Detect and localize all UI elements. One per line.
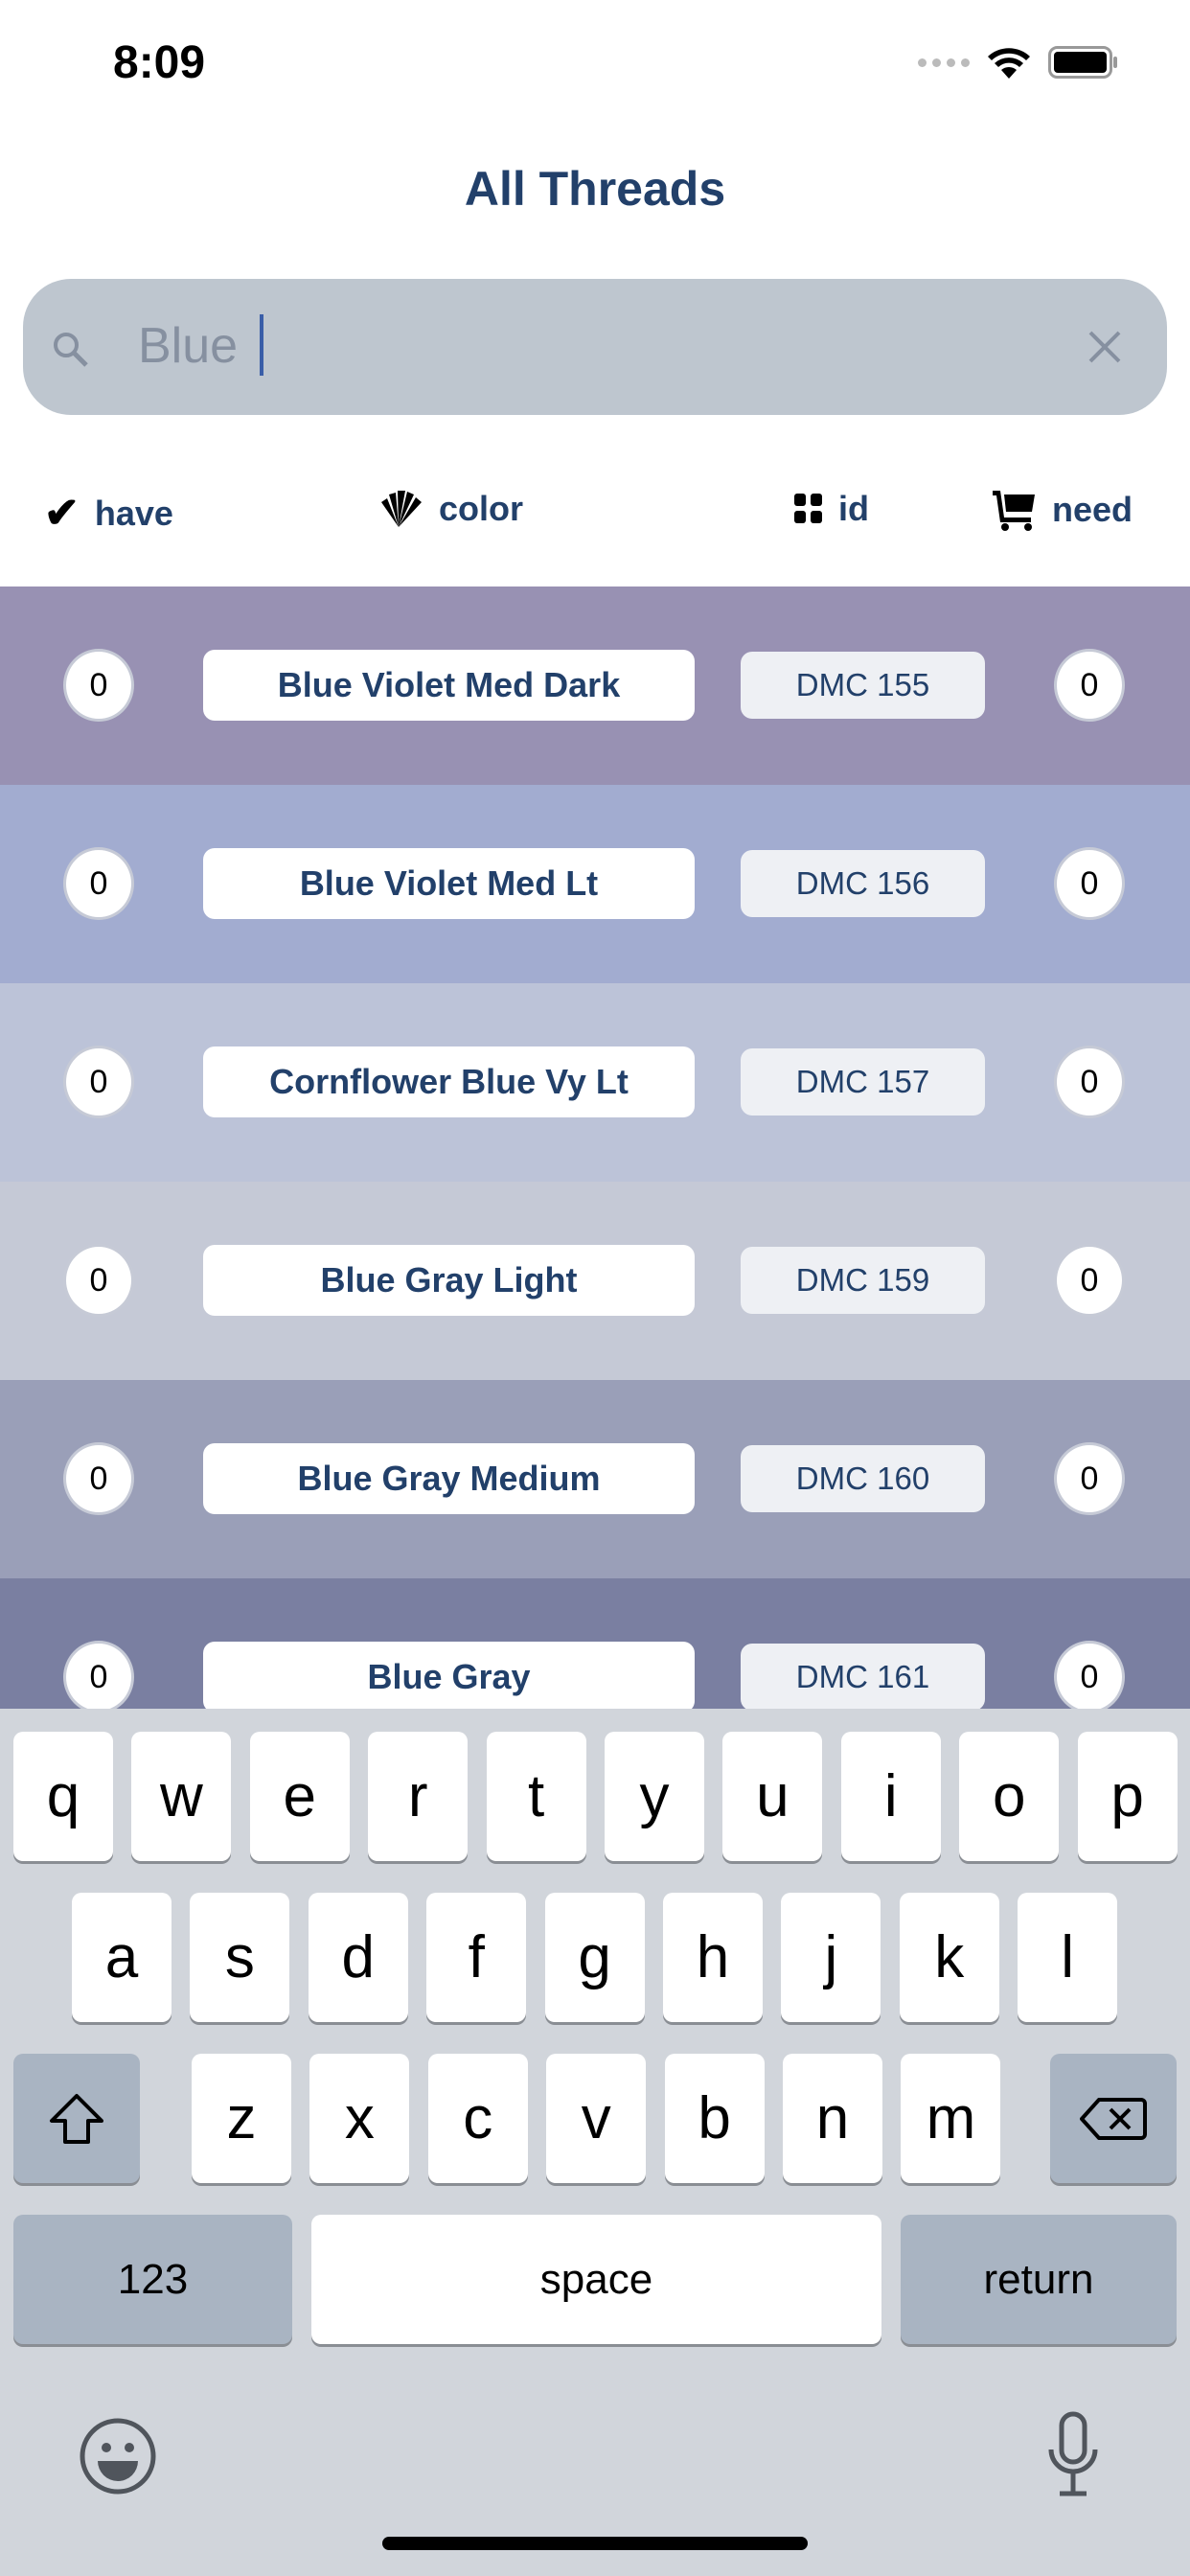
- filter-label: need: [1052, 490, 1133, 529]
- need-count[interactable]: 0: [1054, 1442, 1125, 1515]
- filter-label: have: [94, 493, 173, 533]
- key-k[interactable]: k: [899, 1893, 999, 2022]
- cart-icon: [993, 491, 1035, 531]
- key-h[interactable]: h: [663, 1893, 763, 2022]
- filter-id[interactable]: id: [794, 489, 869, 529]
- return-key[interactable]: return: [901, 2215, 1177, 2344]
- filter-color[interactable]: color: [379, 489, 523, 529]
- key-e[interactable]: e: [249, 1732, 350, 1861]
- thread-name[interactable]: Blue Violet Med Lt: [203, 848, 695, 919]
- need-count[interactable]: 0: [1054, 847, 1125, 920]
- thread-id[interactable]: DMC 155: [741, 652, 985, 719]
- key-x[interactable]: x: [309, 2054, 410, 2183]
- thread-id[interactable]: DMC 161: [741, 1644, 985, 1709]
- key-g[interactable]: g: [544, 1893, 645, 2022]
- delete-key[interactable]: [1050, 2054, 1177, 2183]
- keyboard: q w e r t y u i o p a s d f g h j k l z x c v b n m 123 space return: [0, 1709, 1190, 2576]
- search-value: Blue: [138, 318, 239, 374]
- microphone-icon[interactable]: [1046, 2411, 1100, 2497]
- need-count[interactable]: 0: [1054, 1046, 1125, 1118]
- key-r[interactable]: r: [368, 1732, 469, 1861]
- have-count[interactable]: 0: [63, 1442, 134, 1515]
- color-swatch-icon: [381, 491, 422, 527]
- key-q[interactable]: q: [13, 1732, 113, 1861]
- key-l[interactable]: l: [1018, 1893, 1118, 2022]
- filter-have[interactable]: ✔ have: [44, 489, 173, 538]
- shift-icon: [50, 2093, 103, 2144]
- key-z[interactable]: z: [192, 2054, 291, 2183]
- filter-label: id: [838, 489, 869, 528]
- key-b[interactable]: b: [664, 2054, 765, 2183]
- key-c[interactable]: c: [427, 2054, 528, 2183]
- thread-id[interactable]: DMC 159: [741, 1247, 985, 1314]
- wifi-icon: [988, 48, 1030, 79]
- thread-name[interactable]: Blue Gray: [203, 1642, 695, 1709]
- key-i[interactable]: i: [840, 1732, 941, 1861]
- filter-label: color: [439, 489, 524, 528]
- backspace-icon: [1080, 2097, 1147, 2140]
- key-t[interactable]: t: [486, 1732, 586, 1861]
- thread-row[interactable]: 0 Blue Gray DMC 161 0: [0, 1578, 1190, 1709]
- key-s[interactable]: s: [190, 1893, 290, 2022]
- battery-icon: [1048, 46, 1117, 79]
- key-w[interactable]: w: [131, 1732, 232, 1861]
- have-count[interactable]: 0: [63, 1244, 134, 1317]
- key-u[interactable]: u: [722, 1732, 823, 1861]
- key-v[interactable]: v: [546, 2054, 647, 2183]
- text-cursor: [260, 314, 263, 376]
- have-count[interactable]: 0: [63, 847, 134, 920]
- search-input[interactable]: Blue: [23, 279, 1167, 415]
- thread-id[interactable]: DMC 156: [741, 850, 985, 917]
- filter-need[interactable]: need: [993, 489, 1133, 531]
- key-a[interactable]: a: [72, 1893, 172, 2022]
- thread-name[interactable]: Blue Gray Medium: [203, 1443, 695, 1514]
- status-time: 8:09: [113, 37, 206, 88]
- key-f[interactable]: f: [426, 1893, 527, 2022]
- thread-row[interactable]: 0 Blue Violet Med Lt DMC 156 0: [0, 785, 1190, 983]
- clear-search-icon[interactable]: [1087, 329, 1123, 365]
- thread-row[interactable]: 0 Blue Violet Med Dark DMC 155 0: [0, 586, 1190, 785]
- thread-id[interactable]: DMC 157: [741, 1048, 985, 1116]
- thread-row[interactable]: 0 Blue Gray Light DMC 159 0: [0, 1182, 1190, 1380]
- thread-name[interactable]: Blue Gray Light: [203, 1245, 695, 1316]
- space-key[interactable]: space: [311, 2215, 881, 2344]
- signal-icon: [918, 58, 970, 67]
- thread-name[interactable]: Cornflower Blue Vy Lt: [203, 1046, 695, 1117]
- key-m[interactable]: m: [901, 2054, 1001, 2183]
- need-count[interactable]: 0: [1054, 649, 1125, 722]
- key-n[interactable]: n: [783, 2054, 882, 2183]
- checkmark-icon: ✔: [44, 490, 80, 537]
- numbers-key[interactable]: 123: [13, 2215, 292, 2344]
- thread-name[interactable]: Blue Violet Med Dark: [203, 650, 695, 721]
- grid-icon: [794, 494, 822, 523]
- home-indicator[interactable]: [382, 2537, 808, 2550]
- need-count[interactable]: 0: [1054, 1641, 1125, 1709]
- have-count[interactable]: 0: [63, 649, 134, 722]
- emoji-icon[interactable]: [79, 2417, 157, 2496]
- key-o[interactable]: o: [959, 1732, 1060, 1861]
- key-y[interactable]: y: [605, 1732, 704, 1861]
- key-p[interactable]: p: [1077, 1732, 1178, 1861]
- have-count[interactable]: 0: [63, 1046, 134, 1118]
- search-icon: [54, 333, 88, 367]
- page-title: All Threads: [464, 162, 726, 216]
- thread-row[interactable]: 0 Cornflower Blue Vy Lt DMC 157 0: [0, 983, 1190, 1182]
- key-j[interactable]: j: [781, 1893, 881, 2022]
- status-icons: [918, 46, 1119, 79]
- key-d[interactable]: d: [308, 1893, 408, 2022]
- thread-row[interactable]: 0 Blue Gray Medium DMC 160 0: [0, 1380, 1190, 1578]
- thread-list[interactable]: 0 Blue Violet Med Dark DMC 155 00 Blue V…: [0, 586, 1190, 1709]
- thread-id[interactable]: DMC 160: [741, 1445, 985, 1512]
- need-count[interactable]: 0: [1054, 1244, 1125, 1317]
- have-count[interactable]: 0: [63, 1641, 134, 1709]
- shift-key[interactable]: [13, 2054, 140, 2183]
